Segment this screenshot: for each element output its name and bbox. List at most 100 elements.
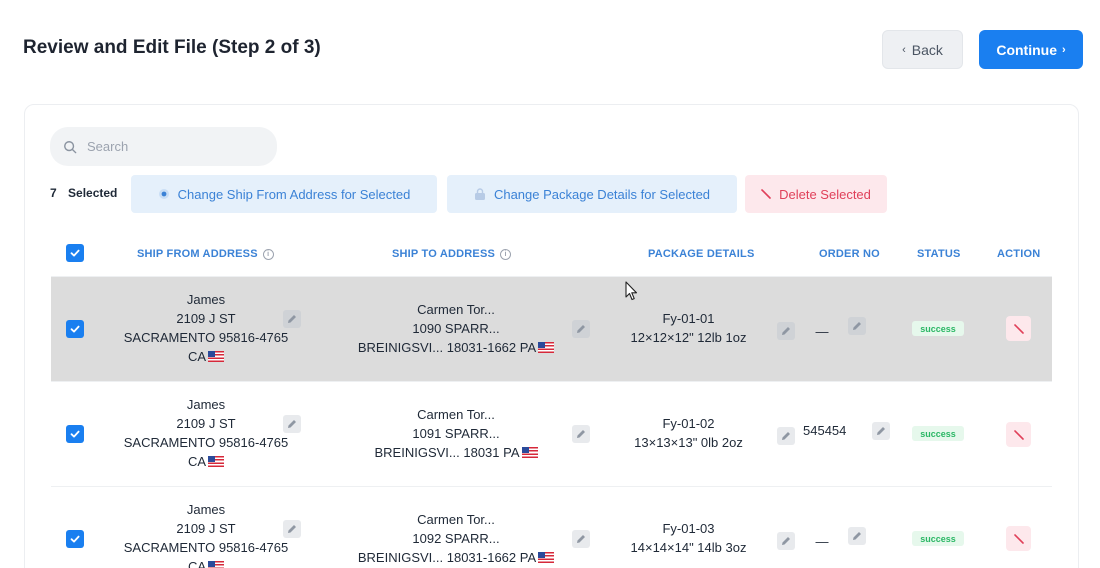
select-all-checkbox[interactable] (66, 244, 84, 262)
change-package-button[interactable]: Change Package Details for Selected (447, 175, 737, 213)
table-row[interactable]: James 2109 J ST SACRAMENTO 95816-4765 CA… (51, 277, 1052, 382)
search-icon (64, 140, 77, 153)
row-checkbox[interactable] (66, 425, 84, 443)
delete-row-button[interactable] (1006, 316, 1031, 341)
package-id: Fy-01-02 (662, 416, 715, 431)
col-package-label: PACKAGE DETAILS (648, 248, 755, 260)
delete-row-button[interactable] (1006, 422, 1031, 447)
col-ship-to-label: SHIP TO ADDRESS (392, 248, 496, 260)
chevron-right-icon: › (1061, 43, 1066, 56)
from-name: James (186, 397, 226, 412)
col-order: ORDER NO (819, 248, 880, 260)
package-dims: 14×14×14" 14lb 3oz (630, 540, 747, 555)
from-street: 2109 J ST (176, 311, 236, 326)
ship-to-address: Carmen Tor... 1092 SPARR... BREINIGSVI..… (321, 510, 591, 567)
order-number: — (815, 324, 829, 339)
mouse-cursor-icon (625, 281, 638, 301)
edit-ship-to-icon[interactable] (572, 320, 590, 338)
row-checkbox[interactable] (66, 530, 84, 548)
col-ship-to[interactable]: SHIP TO ADDRESS i (392, 248, 512, 260)
edit-package-icon[interactable] (777, 427, 795, 445)
info-icon[interactable]: i (262, 248, 274, 260)
edit-ship-from-icon[interactable] (283, 310, 301, 328)
table-row[interactable]: James 2109 J ST SACRAMENTO 95816-4765 CA… (51, 487, 1052, 568)
col-action: ACTION (997, 248, 1040, 260)
continue-button[interactable]: Continue › (979, 30, 1083, 69)
delete-selected-button[interactable]: Delete Selected (745, 175, 887, 213)
back-button[interactable]: ‹ Back (882, 30, 963, 69)
us-flag-icon (521, 447, 538, 458)
continue-button-label: Continue (996, 41, 1057, 58)
to-city: BREINIGSVI... 18031 PA (374, 445, 520, 460)
edit-package-icon[interactable] (777, 532, 795, 550)
delete-icon (1013, 323, 1024, 334)
us-flag-icon (208, 561, 225, 568)
status-badge: success (912, 531, 964, 546)
delete-icon (761, 189, 771, 199)
edit-package-icon[interactable] (777, 322, 795, 340)
col-status-label: STATUS (917, 248, 961, 260)
edit-order-icon[interactable] (848, 317, 866, 335)
from-state: CA (187, 349, 207, 364)
table-header: SHIP FROM ADDRESS i SHIP TO ADDRESS i PA… (51, 229, 1052, 277)
package-details: Fy-01-02 13×13×13" 0lb 2oz (611, 414, 766, 452)
package-details: Fy-01-01 12×12×12" 12lb 1oz (611, 309, 766, 347)
check-icon (70, 430, 80, 438)
edit-order-icon[interactable] (872, 422, 890, 440)
back-button-label: Back (911, 41, 943, 58)
col-package: PACKAGE DETAILS (648, 248, 755, 260)
us-flag-icon (538, 342, 555, 353)
edit-order-icon[interactable] (848, 527, 866, 545)
status-badge: success (912, 426, 964, 441)
shipments-table: SHIP FROM ADDRESS i SHIP TO ADDRESS i PA… (51, 229, 1052, 568)
check-icon (70, 325, 80, 333)
us-flag-icon (538, 552, 555, 563)
selected-count-number: 7 (50, 186, 57, 200)
change-package-label: Change Package Details for Selected (493, 186, 711, 202)
edit-ship-to-icon[interactable] (572, 425, 590, 443)
search-box[interactable] (50, 127, 277, 166)
info-icon[interactable]: i (500, 248, 512, 260)
delete-icon (1013, 429, 1024, 440)
from-state: CA (187, 559, 207, 568)
selected-count-label: Selected (68, 186, 118, 200)
table-row[interactable]: James 2109 J ST SACRAMENTO 95816-4765 CA… (51, 382, 1052, 487)
edit-ship-from-icon[interactable] (283, 415, 301, 433)
delete-row-button[interactable] (1006, 526, 1031, 551)
check-icon (70, 535, 80, 543)
col-ship-from[interactable]: SHIP FROM ADDRESS i (137, 248, 274, 260)
from-city: SACRAMENTO 95816-4765 (123, 435, 289, 450)
col-ship-from-label: SHIP FROM ADDRESS (137, 248, 258, 260)
to-name: Carmen Tor... (417, 512, 495, 527)
search-input[interactable] (87, 139, 247, 154)
change-ship-from-label: Change Ship From Address for Selected (177, 186, 411, 202)
delete-selected-label: Delete Selected (779, 186, 871, 202)
from-city: SACRAMENTO 95816-4765 (123, 540, 289, 555)
to-street: 1090 SPARR... (412, 321, 500, 336)
delete-icon (1013, 533, 1024, 544)
col-order-label: ORDER NO (819, 248, 880, 260)
ship-from-address: James 2109 J ST SACRAMENTO 95816-4765 CA (101, 395, 311, 471)
us-flag-icon (208, 456, 225, 467)
package-icon (474, 187, 485, 200)
to-city: BREINIGSVI... 18031-1662 PA (357, 340, 537, 355)
ship-from-address: James 2109 J ST SACRAMENTO 95816-4765 CA (101, 500, 311, 568)
edit-ship-to-icon[interactable] (572, 530, 590, 548)
row-checkbox[interactable] (66, 320, 84, 338)
from-street: 2109 J ST (176, 521, 236, 536)
chevron-left-icon: ‹ (902, 43, 906, 56)
to-street: 1092 SPARR... (412, 531, 500, 546)
to-city: BREINIGSVI... 18031-1662 PA (357, 550, 537, 565)
to-street: 1091 SPARR... (412, 426, 500, 441)
change-ship-from-button[interactable]: Change Ship From Address for Selected (131, 175, 437, 213)
us-flag-icon (208, 351, 225, 362)
check-icon (70, 249, 80, 257)
package-dims: 13×13×13" 0lb 2oz (634, 435, 743, 450)
from-city: SACRAMENTO 95816-4765 (123, 330, 289, 345)
location-pin-icon (158, 189, 169, 199)
edit-ship-from-icon[interactable] (283, 520, 301, 538)
package-id: Fy-01-03 (662, 521, 715, 536)
from-name: James (186, 502, 226, 517)
from-street: 2109 J ST (176, 416, 236, 431)
order-number: 545454 (803, 423, 847, 438)
